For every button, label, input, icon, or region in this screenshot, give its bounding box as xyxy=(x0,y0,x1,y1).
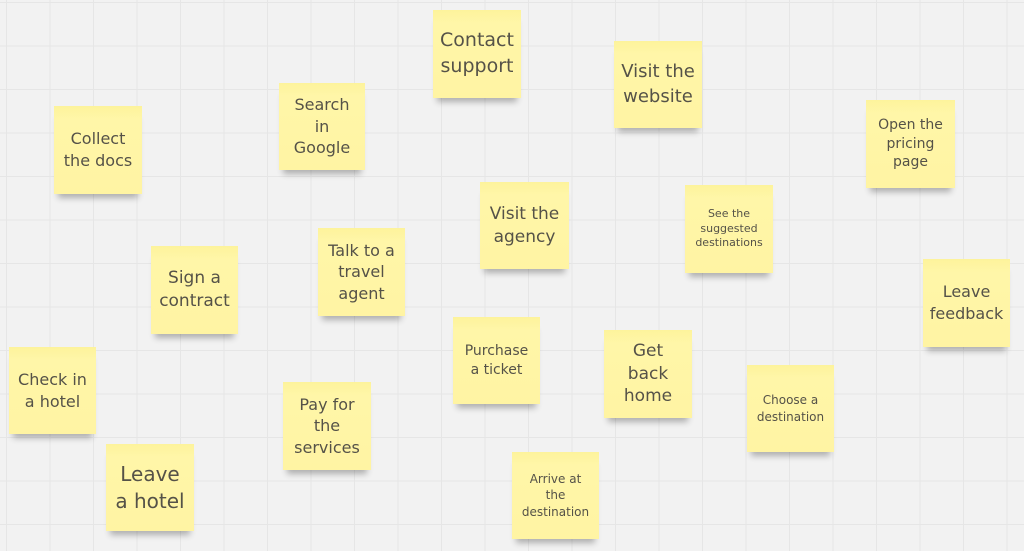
note-text: Pay for the services xyxy=(294,394,360,457)
sticky-note-suggested-destinations[interactable]: See the suggested destinations xyxy=(685,185,773,273)
note-text: Choose a destination xyxy=(756,393,825,424)
sticky-note-collect-docs[interactable]: Collect the docs xyxy=(54,106,142,194)
note-text: Visit the agency xyxy=(489,203,560,247)
note-text: Purchase a ticket xyxy=(464,342,529,378)
note-text: Leave a hotel xyxy=(115,461,185,513)
sticky-note-search-google[interactable]: Search in Google xyxy=(279,83,365,170)
sticky-note-talk-agent[interactable]: Talk to a travel agent xyxy=(318,228,405,316)
sticky-note-pay-services[interactable]: Pay for the services xyxy=(283,382,371,470)
sticky-note-contact-support[interactable]: Contact support xyxy=(433,10,521,98)
sticky-note-purchase-ticket[interactable]: Purchase a ticket xyxy=(453,317,540,404)
sticky-note-leave-hotel[interactable]: Leave a hotel xyxy=(106,444,194,531)
sticky-note-open-pricing[interactable]: Open the pricing page xyxy=(866,100,955,188)
note-text: See the suggested destinations xyxy=(695,206,763,250)
note-text: Contact support xyxy=(440,29,514,77)
note-text: Talk to a travel agent xyxy=(328,240,395,303)
sticky-note-arrive-destination[interactable]: Arrive at the destination xyxy=(512,452,599,539)
sticky-note-visit-website[interactable]: Visit the website xyxy=(614,41,702,128)
note-text: Get back home xyxy=(623,340,673,407)
sticky-note-choose-destination[interactable]: Choose a destination xyxy=(747,365,834,452)
sticky-note-leave-feedback[interactable]: Leave feedback xyxy=(923,259,1010,347)
sticky-note-sign-contract[interactable]: Sign a contract xyxy=(151,246,238,334)
note-text: Visit the website xyxy=(621,61,695,107)
sticky-note-check-in-hotel[interactable]: Check in a hotel xyxy=(9,347,96,434)
whiteboard-canvas[interactable]: Contact support Visit the website Collec… xyxy=(0,0,1024,551)
note-text: Open the pricing page xyxy=(878,116,943,171)
note-text: Collect the docs xyxy=(63,129,133,170)
note-text: Check in a hotel xyxy=(18,369,87,411)
note-text: Arrive at the destination xyxy=(521,472,590,519)
note-text: Search in Google xyxy=(293,95,351,158)
note-text: Sign a contract xyxy=(159,268,230,311)
sticky-note-visit-agency[interactable]: Visit the agency xyxy=(480,182,569,269)
sticky-note-get-back-home[interactable]: Get back home xyxy=(604,330,692,418)
note-text: Leave feedback xyxy=(929,282,1004,323)
